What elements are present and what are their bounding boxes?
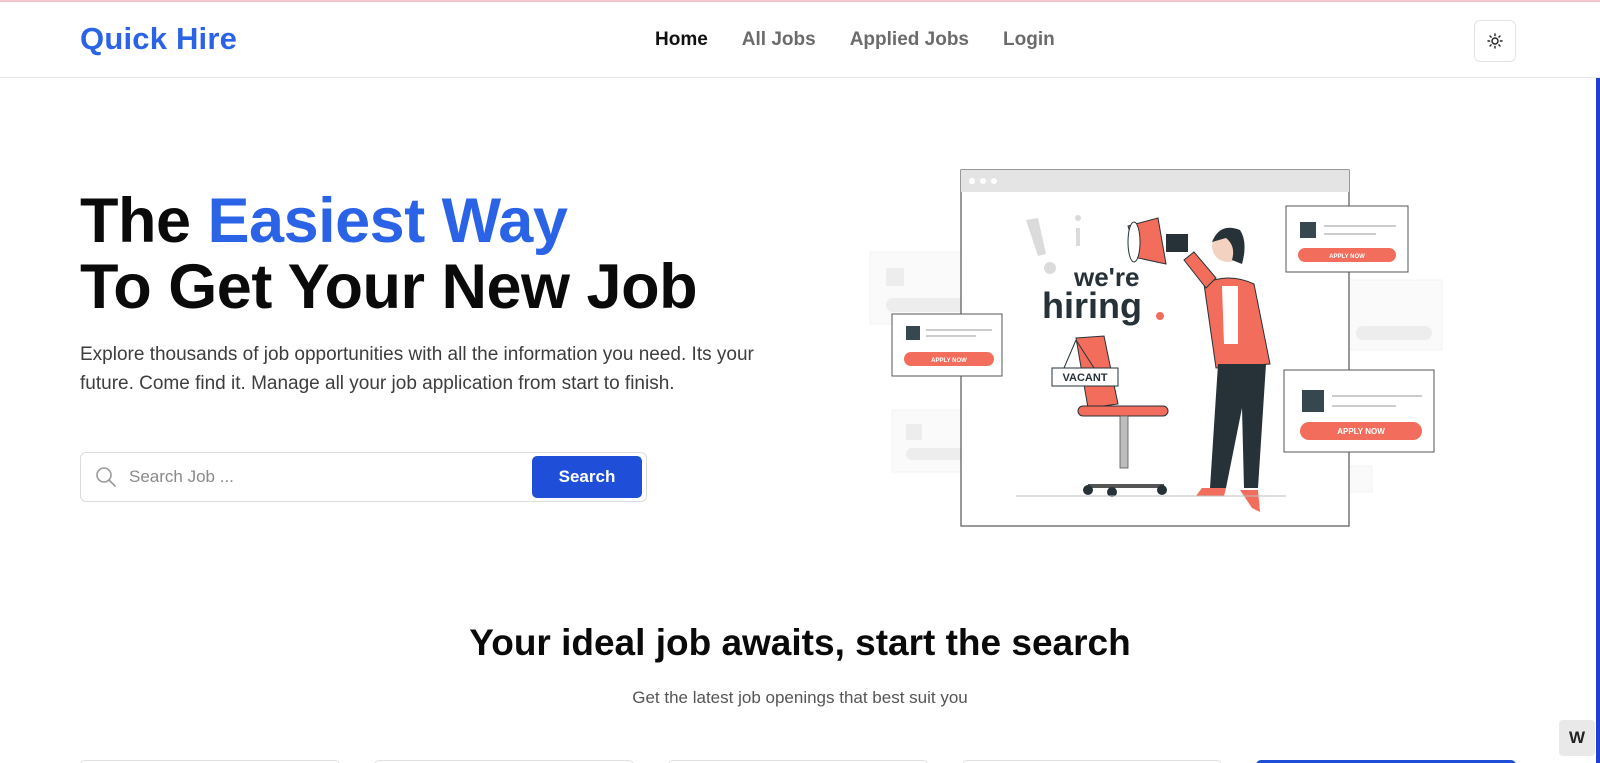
nav-all-jobs[interactable]: All Jobs	[742, 29, 816, 51]
hero-title: The Easiest Way To Get Your New Job	[80, 186, 698, 322]
nav-applied-jobs[interactable]: Applied Jobs	[850, 29, 969, 51]
section-subtitle: Get the latest job openings that best su…	[632, 688, 968, 707]
sun-icon	[1487, 33, 1503, 49]
search-icon	[96, 467, 116, 487]
chat-widget-icon[interactable]: W	[1559, 720, 1595, 756]
theme-toggle-button[interactable]	[1474, 20, 1516, 62]
nav-login[interactable]: Login	[1003, 29, 1055, 51]
job-search-bar: Search	[80, 452, 647, 502]
hero-title-line2: To Get Your New Job	[80, 252, 698, 322]
search-button[interactable]: Search	[532, 456, 642, 498]
apply-now-label: APPLY NOW	[931, 358, 967, 364]
main-nav: Home All Jobs Applied Jobs Login	[655, 29, 1055, 51]
nav-home[interactable]: Home	[655, 29, 708, 51]
apply-now-label: APPLY NOW	[1329, 254, 1365, 260]
job-card-left: APPLY NOW	[891, 313, 1003, 377]
hiring-illustration: we're hiring APPLY NOW APPLY NOW APPLY N…	[869, 169, 1443, 527]
hero-subtitle: Explore thousands of job opportunities w…	[80, 344, 754, 394]
illustration-headline-2: hiring	[1042, 285, 1142, 326]
hero-title-part1: The	[80, 186, 208, 256]
site-header: Quick Hire Home All Jobs Applied Jobs Lo…	[0, 2, 1600, 78]
search-input[interactable]	[129, 461, 499, 493]
site-logo[interactable]: Quick Hire	[80, 21, 237, 57]
apply-now-label: APPLY NOW	[1337, 427, 1385, 436]
vacant-sign-label: VACANT	[1062, 372, 1107, 384]
section-title: Your ideal job awaits, start the search	[469, 622, 1131, 663]
hero-title-highlight: Easiest Way	[207, 186, 568, 256]
job-card-right-bottom: APPLY NOW	[1283, 369, 1435, 453]
job-card-right-top: APPLY NOW	[1285, 205, 1409, 273]
job-card-faded-right	[1345, 279, 1443, 351]
